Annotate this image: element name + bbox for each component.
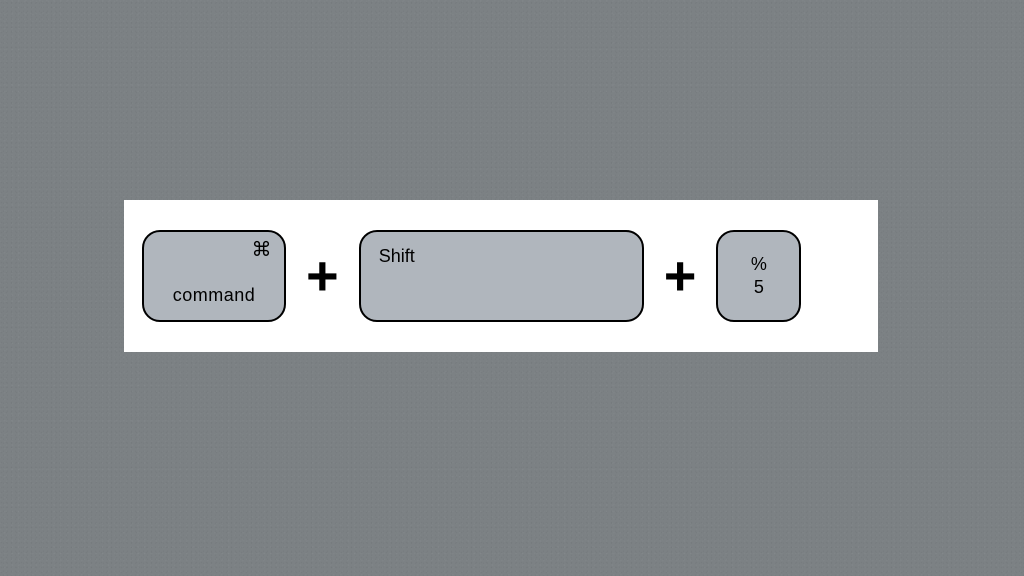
shift-key-label: Shift	[379, 246, 415, 267]
command-key-label: command	[173, 285, 256, 306]
command-symbol-icon: ⌘	[252, 240, 273, 260]
shortcut-card: ⌘ command + Shift + % 5	[124, 200, 878, 352]
five-key-lower-label: 5	[754, 277, 764, 298]
key-command: ⌘ command	[142, 230, 286, 322]
plus-separator-2: +	[664, 248, 697, 304]
key-five: % 5	[716, 230, 801, 322]
five-key-upper-label: %	[751, 254, 767, 275]
plus-separator-1: +	[306, 248, 339, 304]
key-shift: Shift	[359, 230, 644, 322]
